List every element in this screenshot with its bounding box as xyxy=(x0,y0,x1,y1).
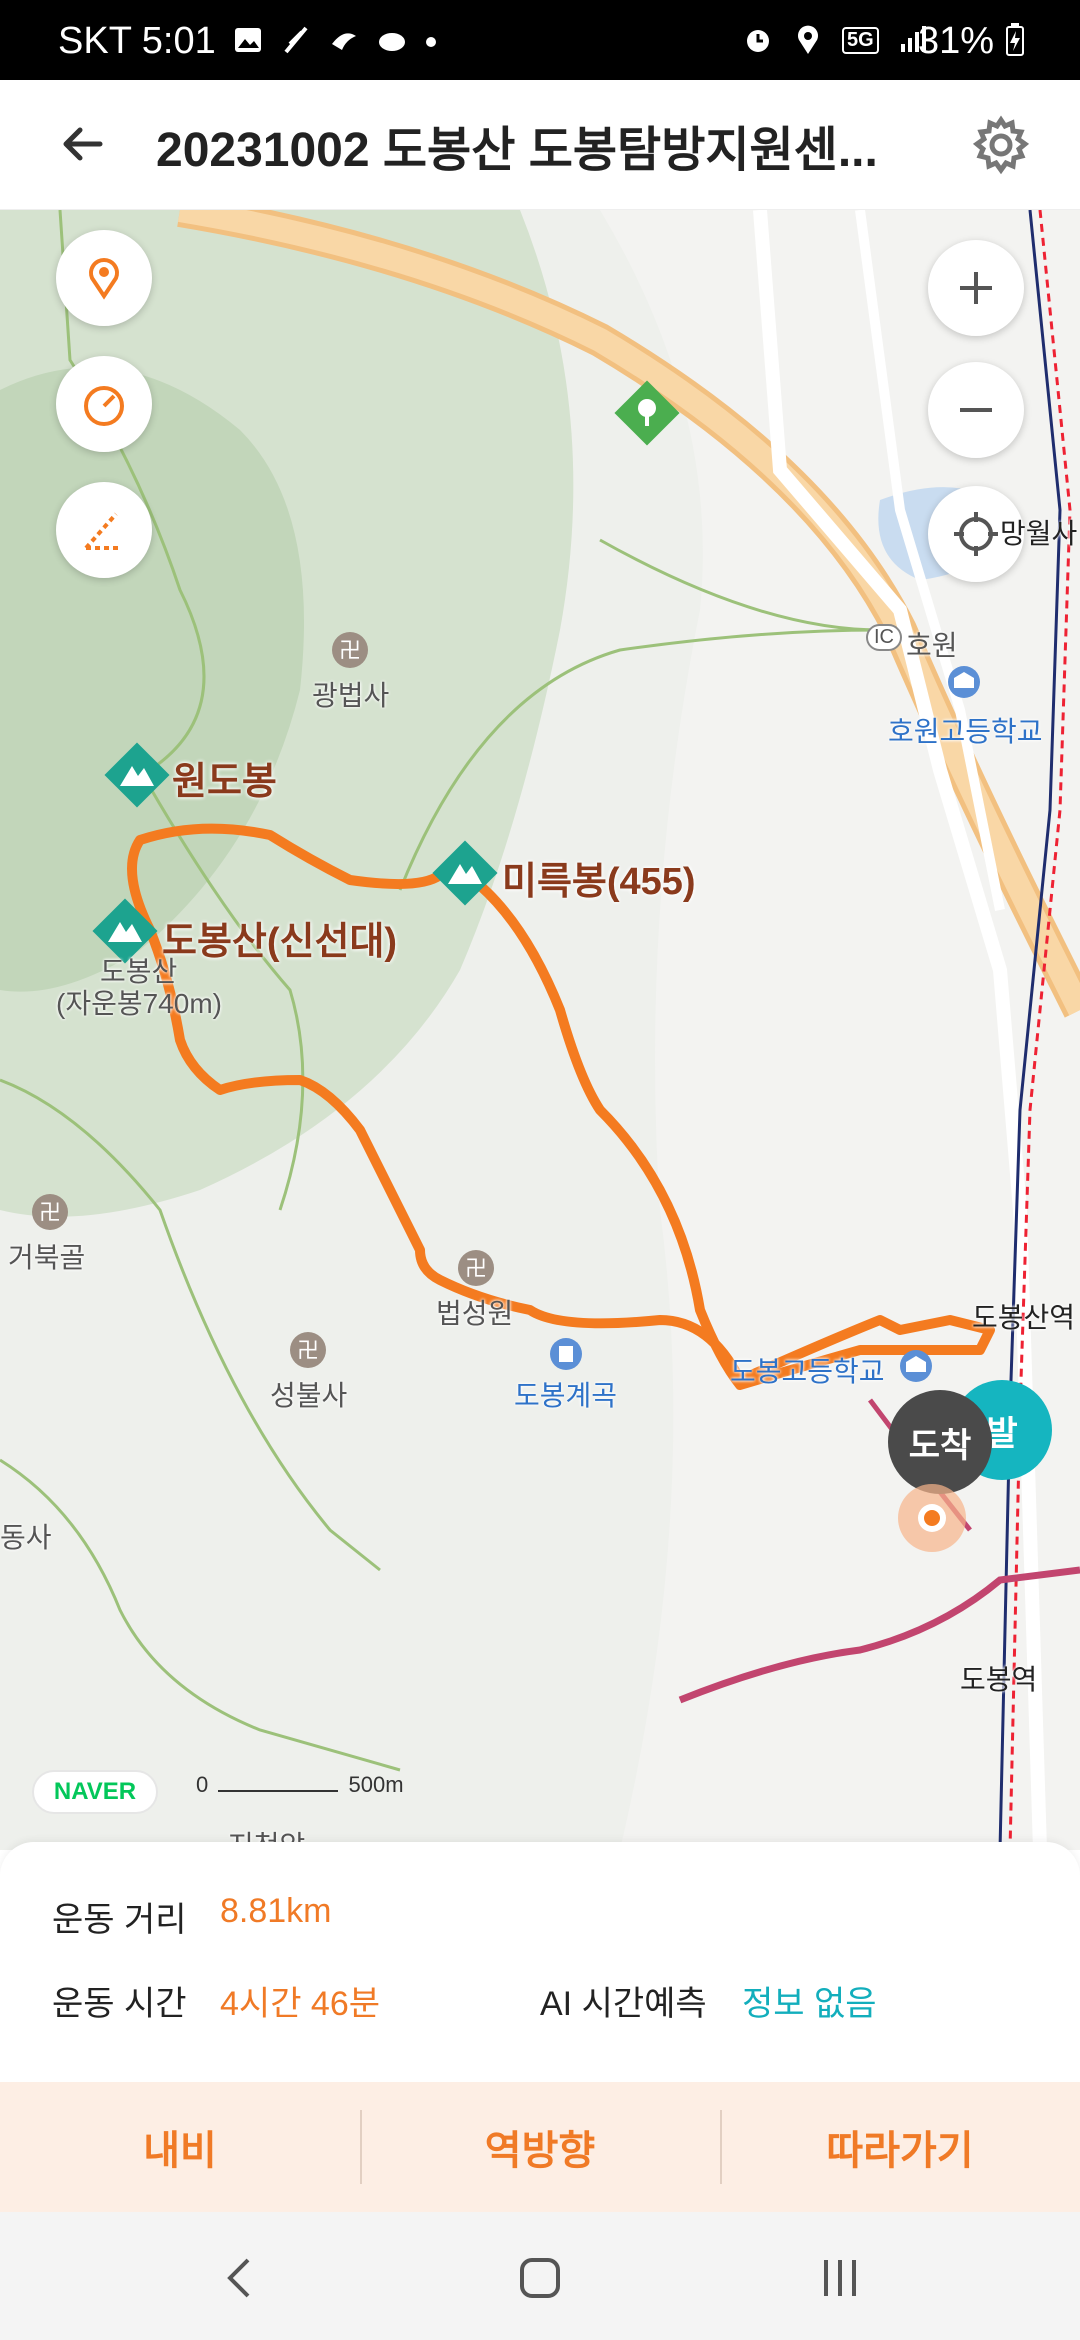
plus-icon xyxy=(960,272,992,304)
poi-howon-high-school: 호원고등학교 xyxy=(888,716,1043,747)
school-icon xyxy=(900,1350,932,1382)
navi-button[interactable]: 내비 xyxy=(0,2082,360,2212)
school-icon xyxy=(948,666,980,698)
scale-end: 500m xyxy=(348,1772,404,1797)
action-bar: 내비 역방향 따라가기 xyxy=(0,2082,1080,2212)
poi-dobong-station: 도봉역 xyxy=(960,1664,1038,1695)
temple-icon: 卍 xyxy=(458,1250,494,1286)
minus-icon xyxy=(960,408,992,412)
temple-icon: 卍 xyxy=(290,1332,326,1368)
system-nav-bar xyxy=(0,2212,1080,2340)
nav-recents-icon[interactable] xyxy=(810,2248,870,2308)
poi-west-temple: 동사 xyxy=(0,1522,52,1553)
poi-gwangbeopsa: 광법사 xyxy=(312,680,390,711)
alarm-icon xyxy=(747,30,769,52)
carrier-text: SKT xyxy=(58,20,132,62)
svg-text:卍: 卍 xyxy=(339,639,361,664)
battery-charging-icon xyxy=(1005,23,1024,56)
time-label: 운동 시간 xyxy=(52,1985,187,2023)
time-text: 5:01 xyxy=(141,20,216,62)
svg-text:卍: 卍 xyxy=(39,1201,61,1226)
network-type: 5G xyxy=(842,26,879,54)
feather-icon xyxy=(284,26,308,54)
park-marker-icon xyxy=(614,380,680,446)
time-value: 4시간 46분 xyxy=(220,1985,381,2023)
current-position-icon xyxy=(898,1484,966,1552)
poi-beopsungwon: 법성원 xyxy=(436,1298,514,1329)
cloud-icon xyxy=(379,33,405,51)
bird-icon xyxy=(332,33,356,50)
poi-mangwolsa-station: 망월사 xyxy=(1000,518,1078,549)
crosshair-icon xyxy=(954,512,998,556)
peak-label-jaunbong-elevation: (자운봉740m) xyxy=(56,988,222,1019)
arrive-marker[interactable]: 도착 xyxy=(888,1390,992,1494)
ic-badge: IC xyxy=(866,624,902,651)
temple-icon: 卍 xyxy=(32,1194,68,1230)
back-arrow-icon[interactable] xyxy=(56,116,112,172)
poi-dobong-valley: 도봉계곡 xyxy=(514,1380,618,1411)
poi-geobukgol: 거북골 xyxy=(8,1242,86,1273)
my-location-pin-button[interactable] xyxy=(56,230,152,326)
route-map[interactable]: 원도봉 미륵봉(455) 도봉산(신선대) 도봉산 (자운봉740m) 卍 광법… xyxy=(0,210,1080,1850)
status-bar: SKT 5:01 5G 31% xyxy=(0,0,1080,80)
arrive-label: 도착 xyxy=(908,1426,972,1465)
speed-button[interactable] xyxy=(56,356,152,452)
gear-icon[interactable] xyxy=(970,114,1032,176)
peak-marker-icon xyxy=(104,742,170,808)
poi-dobongsan-station: 도봉산역 xyxy=(972,1302,1076,1333)
image-icon xyxy=(235,28,261,52)
reverse-button[interactable]: 역방향 xyxy=(360,2082,720,2212)
nav-back-icon[interactable] xyxy=(210,2248,270,2308)
zoom-out-button[interactable] xyxy=(928,362,1024,458)
app-header: 20231002 도봉산 도봉탐방지원센... xyxy=(0,80,1080,210)
elevation-button[interactable] xyxy=(56,482,152,578)
scale-bar xyxy=(218,1790,339,1792)
peak-label-mireukbong: 미륵봉(455) xyxy=(502,861,696,903)
nav-home-icon[interactable] xyxy=(510,2248,570,2308)
location-icon xyxy=(798,25,818,54)
route-summary-sheet: 운동 거리 8.81km 운동 시간 4시간 46분 AI 시간예측 정보 없음 xyxy=(0,1842,1080,2082)
poi-dobong-high-school: 도봉고등학교 xyxy=(730,1356,885,1387)
peak-marker-icon xyxy=(432,840,498,906)
dot-icon xyxy=(426,37,436,47)
battery-percent: 31% xyxy=(918,20,995,62)
naver-logo: NAVER xyxy=(32,1770,158,1814)
temple-icon: 卍 xyxy=(332,632,368,668)
speedometer-icon xyxy=(84,386,124,426)
svg-text:卍: 卍 xyxy=(465,1257,487,1282)
distance-label: 운동 거리 xyxy=(52,1901,187,1939)
page-title: 20231002 도봉산 도봉탐방지원센... xyxy=(156,124,878,177)
poi-seongbulsa: 성불사 xyxy=(270,1380,348,1411)
ai-prediction-value: 정보 없음 xyxy=(742,1985,877,2023)
zoom-in-button[interactable] xyxy=(928,240,1024,336)
peak-label-wondobong: 원도봉 xyxy=(172,761,277,803)
ai-prediction-label: AI 시간예측 xyxy=(540,1985,707,2023)
system-icons: 5G xyxy=(742,24,929,56)
map-scale: 0 500m xyxy=(196,1772,404,1798)
slope-icon xyxy=(84,512,122,550)
distance-value: 8.81km xyxy=(220,1892,332,1930)
poi-howon-ic: 호원 xyxy=(906,630,958,661)
svg-text:卍: 卍 xyxy=(297,1339,319,1364)
follow-button[interactable]: 따라가기 xyxy=(720,2082,1080,2212)
notification-icons xyxy=(232,24,438,56)
location-pin-icon xyxy=(89,258,119,300)
battery-indicator: 31% xyxy=(918,20,1025,63)
status-carrier-time: SKT 5:01 xyxy=(58,20,216,63)
peak-label-dobongsan: 도봉산(신선대) xyxy=(162,921,398,963)
map-base-layer xyxy=(0,210,1080,1850)
valley-icon xyxy=(550,1338,582,1370)
scale-start: 0 xyxy=(196,1772,209,1797)
